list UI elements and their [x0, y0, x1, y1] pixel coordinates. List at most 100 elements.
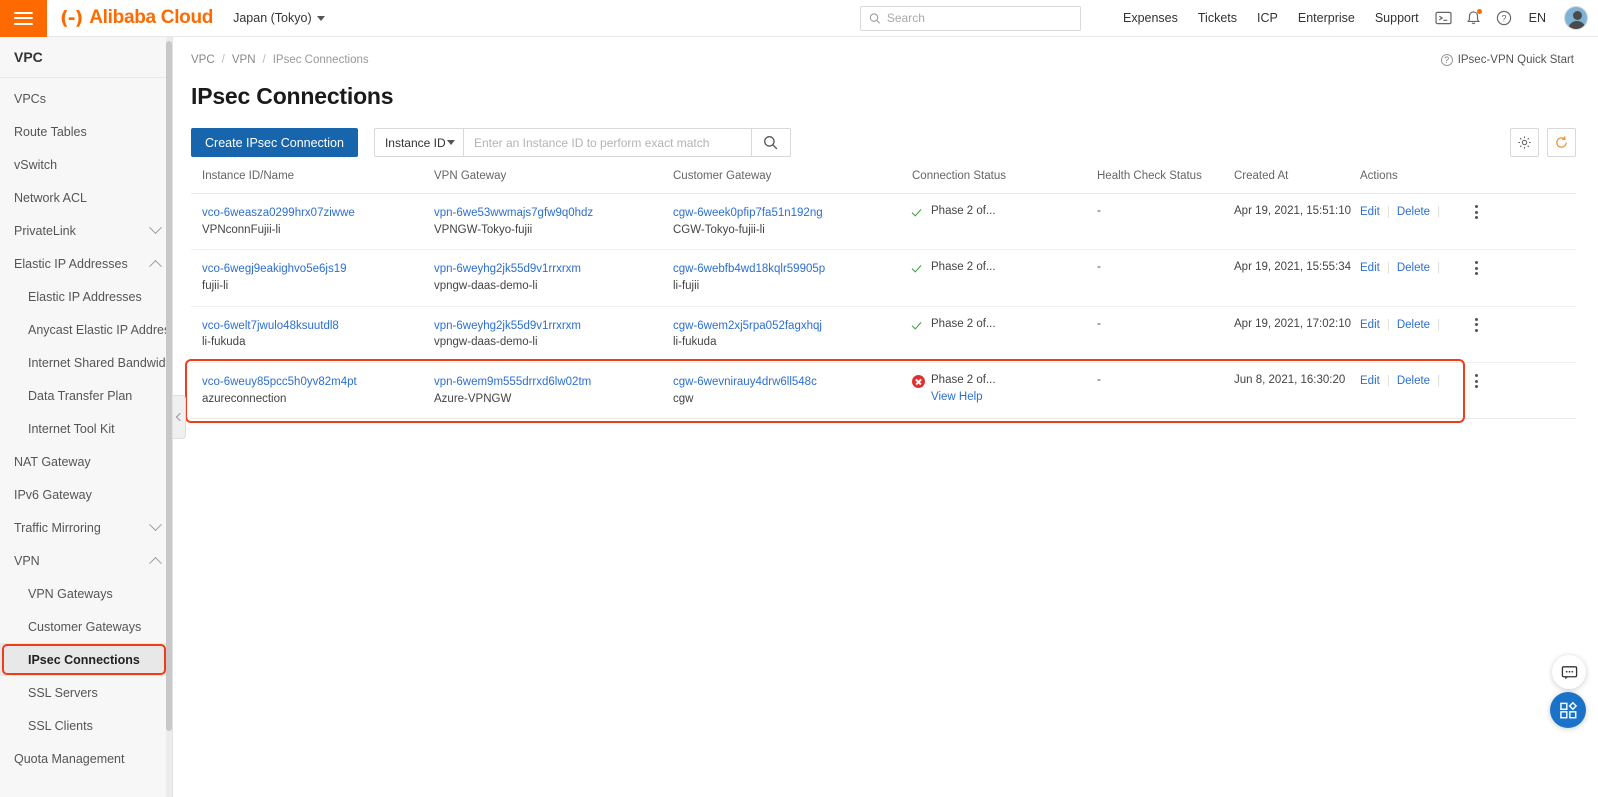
sidebar-item-label: Network ACL [14, 190, 87, 205]
health-check-value: - [1097, 317, 1101, 330]
sidebar-item-vswitch[interactable]: vSwitch [0, 148, 172, 181]
svg-text:?: ? [1501, 13, 1506, 23]
filter-field-label: Instance ID [384, 135, 446, 150]
sidebar-item-ipv6-gateway[interactable]: IPv6 Gateway [0, 478, 172, 511]
sidebar-item-elastic-ip-addresses[interactable]: Elastic IP Addresses [0, 247, 172, 280]
header-link-expenses[interactable]: Expenses [1113, 11, 1188, 25]
error-icon [912, 375, 925, 389]
instance-id-search-input[interactable] [462, 128, 751, 157]
view-help-link[interactable]: View Help [931, 391, 996, 403]
help-circle-icon[interactable]: ? [1489, 0, 1519, 37]
more-actions-icon[interactable] [1475, 261, 1479, 276]
sidebar-item-vpn[interactable]: VPN [0, 544, 172, 577]
vpn-gateway-link[interactable]: vpn-6weyhg2jk55d9v1rrxrxm [434, 261, 667, 278]
cell-actions: Edit | Delete | [1360, 362, 1576, 420]
delete-link[interactable]: Delete [1397, 375, 1430, 387]
instance-id-link[interactable]: vco-6weasza0299hrx07ziwwe [202, 205, 428, 222]
sidebar-item-customer-gateways[interactable]: Customer Gateways [0, 610, 172, 643]
connection-status-label: Phase 2 of... [931, 205, 996, 217]
sidebar-item-data-transfer-plan[interactable]: Data Transfer Plan [0, 379, 172, 412]
breadcrumb-separator: / [221, 54, 225, 66]
vpn-gateway-link[interactable]: vpn-6we53wwmajs7gfw9q0hdz [434, 205, 667, 222]
chevron-down-icon [316, 15, 325, 21]
action-divider: | [1437, 318, 1441, 331]
filter-field-select[interactable]: Instance ID [373, 128, 463, 157]
sidebar-item-label: IPv6 Gateway [14, 487, 92, 502]
more-actions-icon[interactable] [1475, 374, 1479, 389]
cell-connection-status: Phase 2 of... [912, 306, 1097, 364]
health-check-value: - [1097, 261, 1101, 274]
action-divider: | [1386, 206, 1390, 218]
region-selector[interactable]: Japan (Tokyo) [233, 11, 325, 25]
status-badge: Phase 2 of... [912, 205, 1091, 219]
instance-id-link[interactable]: vco-6welt7jwulo48ksuutdl8 [202, 318, 428, 335]
sidebar-item-vpcs[interactable]: VPCs [0, 82, 172, 115]
search-submit-button[interactable] [750, 128, 791, 157]
sidebar-item-label: Internet Tool Kit [28, 421, 115, 436]
chevron-down-icon [446, 140, 455, 145]
sidebar-item-ssl-clients[interactable]: SSL Clients [0, 709, 172, 742]
sidebar-item-traffic-mirroring[interactable]: Traffic Mirroring [0, 511, 172, 544]
sidebar-item-ipsec-connections[interactable]: IPsec Connections [0, 643, 172, 676]
sidebar-item-quota-management[interactable]: Quota Management [0, 742, 172, 775]
instance-name-label: azureconnection [202, 392, 287, 405]
header-link-tickets[interactable]: Tickets [1188, 11, 1247, 25]
sidebar-item-ssl-servers[interactable]: SSL Servers [0, 676, 172, 709]
header-link-icp[interactable]: ICP [1247, 11, 1288, 25]
sidebar-item-privatelink[interactable]: PrivateLink [0, 214, 172, 247]
alibaba-cloud-logo[interactable]: (-) Alibaba Cloud [60, 7, 213, 29]
instance-id-link[interactable]: vco-6weuy85pcc5h0yv82m4pt [202, 374, 428, 391]
create-ipsec-connection-button[interactable]: Create IPsec Connection [191, 128, 358, 157]
language-selector[interactable]: EN [1519, 11, 1556, 25]
instance-id-link[interactable]: vco-6wegj9eakighvo5e6js19 [202, 261, 428, 278]
sidebar-item-network-acl[interactable]: Network ACL [0, 181, 172, 214]
delete-link[interactable]: Delete [1397, 206, 1430, 218]
edit-link[interactable]: Edit [1360, 319, 1380, 331]
chat-support-button[interactable] [1552, 655, 1586, 689]
apps-launcher-button[interactable] [1550, 692, 1586, 728]
sidebar-item-nat-gateway[interactable]: NAT Gateway [0, 445, 172, 478]
breadcrumb-item-vpc[interactable]: VPC [191, 54, 215, 66]
delete-link[interactable]: Delete [1397, 262, 1430, 274]
header-link-enterprise[interactable]: Enterprise [1288, 11, 1365, 25]
vpn-gateway-link[interactable]: vpn-6weyhg2jk55d9v1rrxrxm [434, 318, 667, 335]
refresh-button[interactable] [1547, 128, 1576, 157]
customer-gateway-link[interactable]: cgw-6wevnirauy4drw6ll548c [673, 374, 906, 391]
chevron-up-icon [149, 259, 162, 273]
more-actions-icon[interactable] [1475, 205, 1479, 219]
sidebar-item-internet-shared-bandwidth[interactable]: Internet Shared Bandwidth [0, 346, 172, 379]
cell-connection-status: Phase 2 of... [912, 249, 1097, 307]
col-customer-gateway: Customer Gateway [673, 170, 912, 194]
global-search-box[interactable] [859, 5, 1081, 31]
edit-link[interactable]: Edit [1360, 375, 1380, 387]
edit-link[interactable]: Edit [1360, 206, 1380, 218]
cell-connection-status: Phase 2 of... View Help [912, 362, 1097, 420]
customer-gateway-link[interactable]: cgw-6wem2xj5rpa052fagxhqj [673, 318, 906, 335]
status-badge: Phase 2 of... [912, 318, 1091, 332]
sidebar-item-internet-tool-kit[interactable]: Internet Tool Kit [0, 412, 172, 445]
global-search-input[interactable] [886, 11, 1072, 25]
vpn-gateway-link[interactable]: vpn-6wem9m555drrxd6lw02tm [434, 374, 667, 391]
sidebar-item-elastic-ip-addresses[interactable]: Elastic IP Addresses [0, 280, 172, 313]
customer-gateway-link[interactable]: cgw-6webfb4wd18kqlr59905p [673, 261, 906, 278]
bell-icon[interactable] [1459, 0, 1489, 37]
sidebar-item-anycast-elastic-ip-addresses[interactable]: Anycast Elastic IP Addresses [0, 313, 172, 346]
breadcrumb-item-vpn[interactable]: VPN [232, 54, 256, 66]
sidebar-scrollbar-thumb[interactable] [166, 41, 172, 731]
customer-gateway-link[interactable]: cgw-6week0pfip7fa51n192ng [673, 205, 906, 222]
cell-instance: vco-6weasza0299hrx07ziwwe VPNconnFujii-li [191, 193, 434, 251]
edit-link[interactable]: Edit [1360, 262, 1380, 274]
delete-link[interactable]: Delete [1397, 319, 1430, 331]
hamburger-menu-icon[interactable] [0, 0, 47, 37]
quick-start-link[interactable]: ? IPsec-VPN Quick Start [1440, 54, 1574, 66]
sidebar-item-route-tables[interactable]: Route Tables [0, 115, 172, 148]
column-settings-button[interactable] [1510, 128, 1539, 157]
more-actions-icon[interactable] [1475, 317, 1479, 332]
console-terminal-icon[interactable] [1429, 0, 1459, 37]
header-link-support[interactable]: Support [1365, 11, 1429, 25]
breadcrumb: VPC / VPN / IPsec Connections ? IPsec-VP… [174, 45, 1598, 75]
sidebar-collapse-toggle[interactable] [173, 395, 186, 439]
user-avatar[interactable] [1564, 6, 1588, 30]
sidebar-item-vpn-gateways[interactable]: VPN Gateways [0, 577, 172, 610]
sidebar-item-label: Elastic IP Addresses [14, 256, 128, 271]
